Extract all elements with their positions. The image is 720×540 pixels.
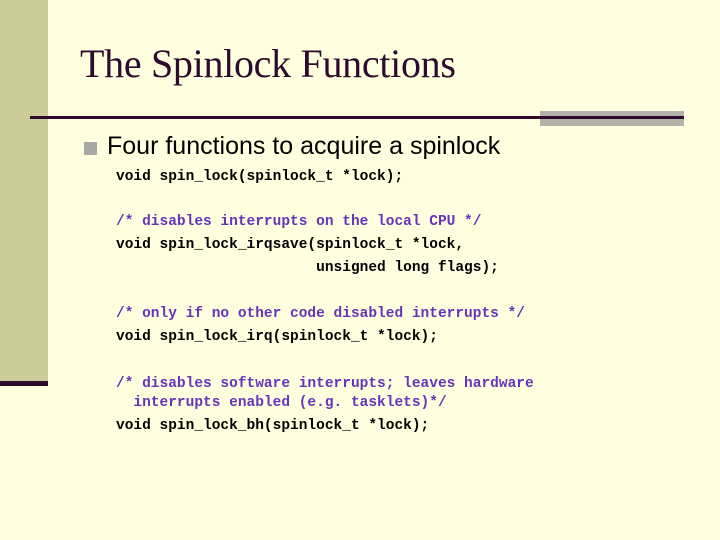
comment-bh-cont: interrupts enabled (e.g. tasklets)*/ [116, 395, 447, 411]
square-bullet-icon [84, 141, 97, 155]
bullet-item: Four functions to acquire a spinlock [84, 132, 500, 161]
title-rule [30, 116, 684, 119]
comment-irqsave: /* disables interrupts on the local CPU … [116, 214, 482, 230]
comment-irq: /* only if no other code disabled interr… [116, 306, 525, 322]
code-line-spin-lock: void spin_lock(spinlock_t *lock); [116, 169, 404, 185]
code-line-spin-lock-bh: void spin_lock_bh(spinlock_t *lock); [116, 418, 430, 434]
bullet-text: Four functions to acquire a spinlock [107, 132, 501, 160]
slide-title: The Spinlock Functions [80, 41, 456, 86]
sidebar-foot-bar [0, 381, 48, 386]
code-line-spin-lock-irqsave: void spin_lock_irqsave(spinlock_t *lock, [116, 237, 465, 253]
code-line-spin-lock-irq: void spin_lock_irq(spinlock_t *lock); [116, 329, 438, 345]
sidebar-decoration [0, 0, 48, 381]
code-line-spin-lock-irqsave-cont: unsigned long flags); [116, 260, 499, 276]
